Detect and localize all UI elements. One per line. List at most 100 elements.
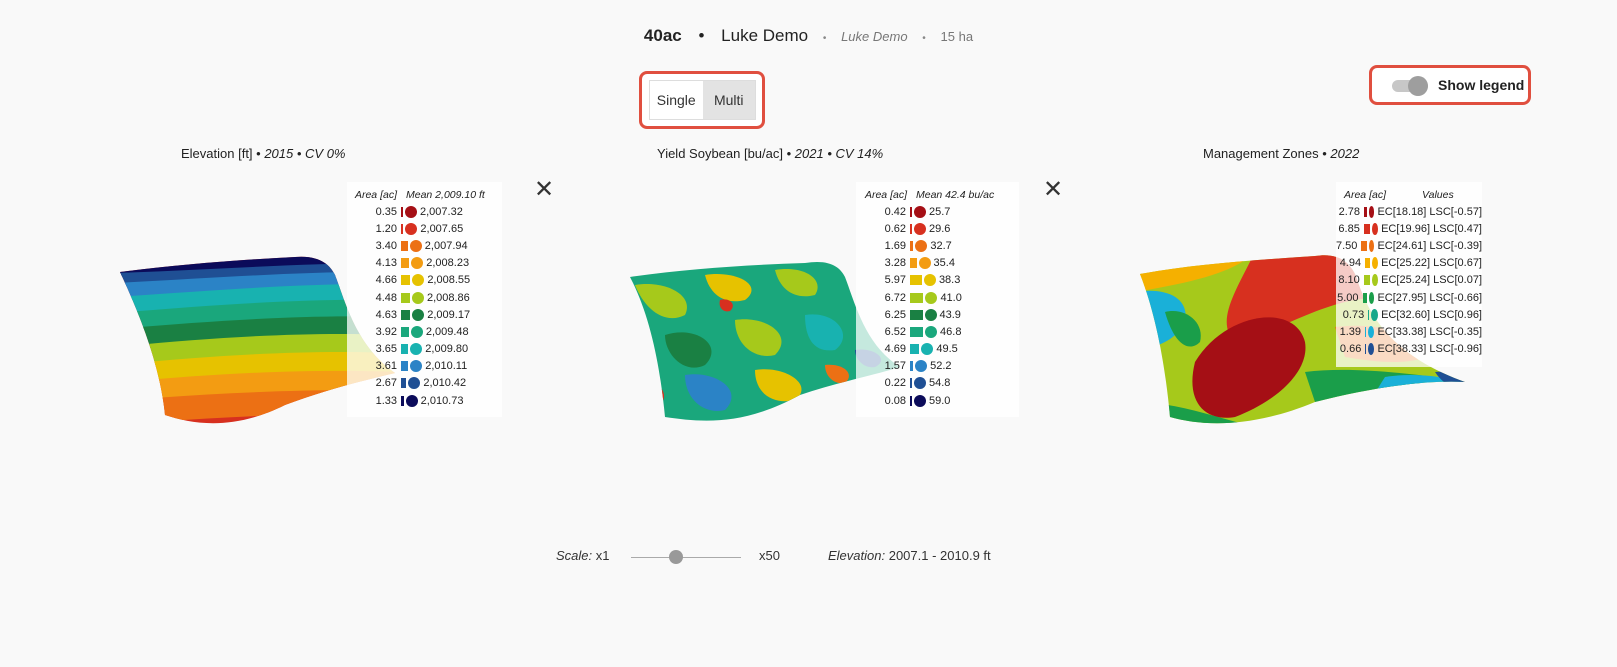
legend-value: 2,010.42 [423, 377, 467, 390]
legend-area-bar [401, 223, 404, 234]
legend-value: 43.9 [939, 308, 961, 321]
legend-area: 4.63 [375, 308, 397, 321]
single-mode-button[interactable]: Single [650, 81, 703, 119]
legend-row: 4.13 2,008.23 [347, 255, 502, 272]
panel-title-main: Management Zones • [1203, 146, 1327, 161]
close-panel-elevation-icon[interactable]: ✕ [534, 178, 554, 202]
legend-area-bar [401, 395, 404, 406]
legend-area-bar [401, 378, 407, 389]
legend-value: 25.7 [929, 205, 951, 218]
legend-row: 0.66 EC[38.33] LSC[-0.96] [1336, 341, 1482, 358]
legend-color-dot [915, 239, 928, 252]
legend-color-dot [914, 377, 926, 390]
legend-color-dot [923, 274, 936, 287]
legend-header: Area [ac] Mean 42.4 bu/ac [856, 186, 1019, 203]
legend-row: 1.39 EC[33.38] LSC[-0.35] [1336, 323, 1482, 340]
legend-row: 4.63 2,009.17 [347, 306, 502, 323]
legend-area-bar [910, 344, 920, 355]
panel-title-elevation: Elevation [ft] • 2015 • CV 0% [181, 146, 345, 161]
switch-knob[interactable] [1408, 76, 1428, 96]
legend-value: EC[19.96] LSC[0.47] [1381, 222, 1482, 235]
multi-mode-button[interactable]: Multi [702, 81, 755, 119]
legend-row: 6.72 41.0 [856, 289, 1019, 306]
legend-row: 7.50 EC[24.61] LSC[-0.39] [1336, 237, 1482, 254]
legend-value: 46.8 [940, 325, 962, 338]
legend-row: 1.20 2,007.65 [347, 220, 502, 237]
legend-area-bar [910, 240, 914, 251]
legend-area: 4.69 [884, 343, 906, 356]
legend-value: 2,010.11 [425, 360, 468, 373]
legend-area-bar [401, 309, 411, 320]
farm-name: Luke Demo [721, 26, 809, 45]
legend-value: 38.3 [938, 274, 961, 287]
legend-row: 2.78 EC[18.18] LSC[-0.57] [1336, 203, 1482, 220]
legend-color-dot [1369, 239, 1375, 252]
legend-area: 0.42 [884, 205, 906, 218]
legend-area-bar [1365, 344, 1367, 355]
legend-row: 3.40 2,007.94 [347, 237, 502, 254]
legend-area-bar [910, 326, 924, 337]
legend-row: 0.62 29.6 [856, 220, 1019, 237]
legend-color-dot [412, 274, 425, 287]
legend-area-bar [401, 275, 411, 286]
legend-value: 49.5 [936, 343, 958, 356]
legend-area-bar [401, 258, 410, 269]
legend-area-bar [401, 361, 409, 372]
legend-area: 4.13 [375, 257, 397, 270]
legend-color-dot [405, 394, 418, 407]
legend-color-dot [410, 325, 423, 338]
legend-area: 8.10 [1338, 274, 1360, 287]
scale-slider[interactable] [631, 550, 741, 564]
legend-color-dot [411, 257, 424, 270]
legend-area-bar [910, 361, 914, 372]
legend-area: 0.35 [375, 205, 397, 218]
legend-value: EC[25.24] LSC[0.07] [1381, 274, 1483, 287]
legend-color-dot [1371, 308, 1379, 321]
legend-row: 3.65 2,009.80 [347, 341, 502, 358]
legend-color-dot [410, 360, 423, 373]
legend-area: 2.78 [1338, 205, 1361, 218]
legend-area-bar [1365, 326, 1367, 337]
legend-color-dot [1368, 325, 1375, 338]
legend-switch[interactable] [1392, 76, 1428, 96]
legend-area-bar [910, 275, 922, 286]
scale-min: x1 [595, 548, 610, 563]
legend-row: 3.28 35.4 [856, 255, 1019, 272]
legend-area-bar [910, 378, 912, 389]
legend-value: EC[32.60] LSC[0.96] [1381, 308, 1482, 321]
legend-row: 4.94 EC[25.22] LSC[0.67] [1336, 255, 1482, 272]
legend-value: 2,008.55 [427, 274, 471, 287]
legend-row: 2.67 2,010.42 [347, 375, 502, 392]
legend-value: 2,009.48 [425, 325, 469, 338]
legend-color-dot [1372, 274, 1379, 287]
legend-area-bar [910, 206, 912, 217]
legend-value: EC[33.38] LSC[-0.35] [1377, 325, 1483, 338]
farm-subtitle: Luke Demo [841, 29, 908, 44]
scale-controls: Scale: x1 x50 Elevation: 2007.1 - 2010.9… [0, 548, 1617, 568]
slider-thumb[interactable] [669, 550, 684, 564]
legend-area: 3.28 [884, 257, 906, 270]
legend-col-value: Values [1422, 188, 1454, 201]
legend-area: 0.73 [1342, 308, 1365, 321]
elevation-label: Elevation: [828, 548, 886, 563]
legend-area: 0.62 [884, 222, 906, 235]
field-area: 15 ha [940, 29, 974, 44]
legend-color-dot [1372, 257, 1379, 270]
legend-value: 2,008.23 [426, 257, 470, 270]
show-legend-toggle[interactable]: Show legend [1369, 65, 1531, 105]
legend-color-dot [1368, 205, 1375, 218]
legend-col-area: Area [ac] [864, 188, 907, 201]
legend-color-dot [409, 239, 422, 252]
legend-row: 6.52 46.8 [856, 323, 1019, 340]
legend-area-bar [1363, 275, 1371, 286]
close-panel-yield-icon[interactable]: ✕ [1043, 178, 1063, 202]
legend-value: EC[18.18] LSC[-0.57] [1377, 205, 1482, 218]
legend-value: 29.6 [929, 222, 951, 235]
legend-color-dot [914, 222, 926, 235]
legend-area: 6.85 [1338, 222, 1360, 235]
legend-rows: 0.35 2,007.32 1.20 2,007.65 3.40 2,007.94 4.13… [347, 203, 502, 409]
legend-area-bar [401, 240, 408, 251]
elevation-value: 2007.1 - 2010.9 ft [888, 548, 991, 563]
legend-row: 1.57 52.2 [856, 358, 1019, 375]
legend-area: 4.94 [1339, 257, 1362, 270]
